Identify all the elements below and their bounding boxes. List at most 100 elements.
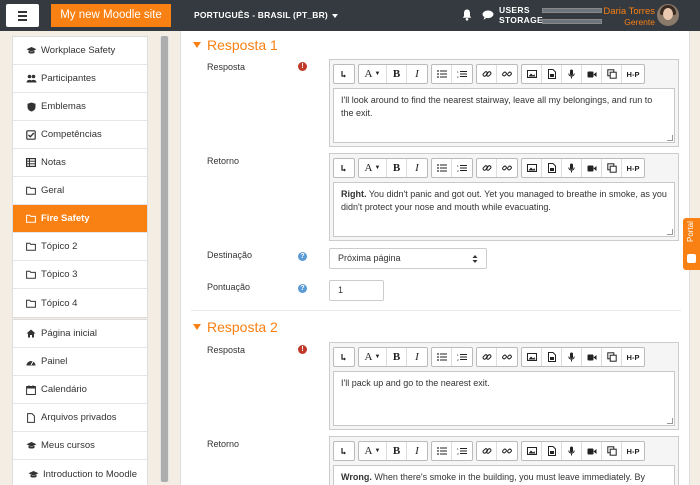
bullet-list-icon[interactable]: [432, 442, 452, 460]
bold-button[interactable]: B: [387, 442, 407, 460]
bullet-list-icon[interactable]: [432, 348, 452, 366]
copy-icon[interactable]: [602, 442, 622, 460]
user-menu[interactable]: Daria Torres Gerente: [603, 6, 655, 28]
italic-button[interactable]: I: [407, 442, 427, 460]
resize-grip-icon[interactable]: [667, 418, 673, 424]
image-icon[interactable]: [522, 159, 542, 177]
answer-1-textarea[interactable]: I'll look around to find the nearest sta…: [333, 88, 675, 143]
microphone-icon[interactable]: [562, 442, 582, 460]
media-icon[interactable]: [542, 348, 562, 366]
video-icon[interactable]: [582, 348, 602, 366]
check-square-icon: [25, 129, 37, 140]
sidebar-scrollbar-thumb[interactable]: [161, 36, 168, 482]
video-icon[interactable]: [582, 442, 602, 460]
sidebar-item-competencias[interactable]: Competências: [13, 121, 147, 149]
sidebar-item-topico-3[interactable]: Tópico 3: [13, 261, 147, 289]
site-name-link[interactable]: My new Moodle site: [51, 4, 171, 27]
sidebar-item-geral[interactable]: Geral: [13, 177, 147, 205]
image-icon[interactable]: [522, 442, 542, 460]
italic-button[interactable]: I: [407, 65, 427, 83]
font-style-button[interactable]: A ▼: [359, 159, 387, 177]
collapse-toolbar-icon[interactable]: [334, 159, 354, 177]
sidebar-item-arquivos-privados[interactable]: Arquivos privados: [13, 404, 147, 432]
collapse-caret-icon: [193, 42, 201, 48]
sidebar-item-notas[interactable]: Notas: [13, 149, 147, 177]
sidebar-item-label: Fire Safety: [41, 213, 90, 224]
sidebar-item-painel[interactable]: Painel: [13, 348, 147, 376]
unlink-icon[interactable]: [497, 442, 517, 460]
bold-button[interactable]: B: [387, 159, 407, 177]
font-style-button[interactable]: A ▼: [359, 442, 387, 460]
copy-icon[interactable]: [602, 159, 622, 177]
sidebar-item-calendario[interactable]: Calendário: [13, 376, 147, 404]
help-icon[interactable]: ?: [298, 252, 307, 261]
collapse-toolbar-icon[interactable]: [334, 65, 354, 83]
avatar[interactable]: [657, 4, 679, 26]
score-input[interactable]: 1: [329, 280, 384, 301]
sidebar-item-topico-4[interactable]: Tópico 4: [13, 289, 147, 317]
sidebar-item-pagina-inicial[interactable]: Página inicial: [13, 320, 147, 348]
bullet-list-icon[interactable]: [432, 159, 452, 177]
sidebar-item-label: Notas: [41, 157, 66, 168]
image-icon[interactable]: [522, 65, 542, 83]
microphone-icon[interactable]: [562, 348, 582, 366]
messages-icon[interactable]: [482, 10, 494, 20]
answer-2-header[interactable]: Resposta 2: [193, 319, 278, 335]
sidebar-item-meus-cursos[interactable]: Meus cursos: [13, 432, 147, 460]
resize-grip-icon[interactable]: [667, 135, 673, 141]
numbered-list-icon[interactable]: 12: [452, 159, 472, 177]
media-icon[interactable]: [542, 159, 562, 177]
bold-button[interactable]: B: [387, 348, 407, 366]
media-icon[interactable]: [542, 442, 562, 460]
help-icon[interactable]: ?: [298, 284, 307, 293]
collapse-toolbar-icon[interactable]: [334, 348, 354, 366]
sidebar-item-fire-safety[interactable]: Fire Safety: [13, 205, 147, 233]
font-style-button[interactable]: A ▼: [359, 65, 387, 83]
answer-2-textarea[interactable]: I'll pack up and go to the nearest exit.: [333, 371, 675, 426]
jump-select[interactable]: Próxima página: [329, 248, 487, 269]
unlink-icon[interactable]: [497, 348, 517, 366]
menu-toggle-button[interactable]: [6, 4, 39, 27]
collapse-toolbar-icon[interactable]: [334, 442, 354, 460]
language-menu[interactable]: PORTUGUÊS - BRASIL (PT_BR): [194, 10, 338, 20]
portal-tab[interactable]: Portal: [683, 218, 700, 270]
answer-1-header[interactable]: Resposta 1: [193, 37, 278, 53]
sidebar-item-emblemas[interactable]: Emblemas: [13, 93, 147, 121]
link-icon[interactable]: [477, 159, 497, 177]
sidebar-item-workplace-safety[interactable]: Workplace Safety: [13, 37, 147, 65]
h5p-button[interactable]: H-P: [622, 65, 644, 83]
font-style-button[interactable]: A ▼: [359, 348, 387, 366]
italic-button[interactable]: I: [407, 348, 427, 366]
bell-icon[interactable]: [462, 9, 472, 21]
numbered-list-icon[interactable]: 12: [452, 65, 472, 83]
italic-button[interactable]: I: [407, 159, 427, 177]
h5p-button[interactable]: H-P: [622, 348, 644, 366]
svg-text:1: 1: [457, 353, 459, 357]
link-icon[interactable]: [477, 442, 497, 460]
h5p-button[interactable]: H-P: [622, 442, 644, 460]
unlink-icon[interactable]: [497, 159, 517, 177]
sidebar-item-topico-2[interactable]: Tópico 2: [13, 233, 147, 261]
numbered-list-icon[interactable]: 12: [452, 442, 472, 460]
numbered-list-icon[interactable]: 12: [452, 348, 472, 366]
feedback-1-textarea[interactable]: Right. You didn't panic and got out. Yet…: [333, 182, 675, 237]
link-icon[interactable]: [477, 65, 497, 83]
answer-1-heading: Resposta 1: [207, 37, 278, 53]
unlink-icon[interactable]: [497, 65, 517, 83]
feedback-2-textarea[interactable]: Wrong. When there's smoke in the buildin…: [333, 465, 675, 485]
bullet-list-icon[interactable]: [432, 65, 452, 83]
sidebar-item-introduction-to-moodle[interactable]: Introduction to Moodle: [13, 460, 147, 485]
video-icon[interactable]: [582, 65, 602, 83]
copy-icon[interactable]: [602, 348, 622, 366]
resize-grip-icon[interactable]: [667, 229, 673, 235]
h5p-button[interactable]: H-P: [622, 159, 644, 177]
microphone-icon[interactable]: [562, 65, 582, 83]
sidebar-item-participantes[interactable]: Participantes: [13, 65, 147, 93]
link-icon[interactable]: [477, 348, 497, 366]
bold-button[interactable]: B: [387, 65, 407, 83]
video-icon[interactable]: [582, 159, 602, 177]
image-icon[interactable]: [522, 348, 542, 366]
microphone-icon[interactable]: [562, 159, 582, 177]
media-icon[interactable]: [542, 65, 562, 83]
copy-icon[interactable]: [602, 65, 622, 83]
